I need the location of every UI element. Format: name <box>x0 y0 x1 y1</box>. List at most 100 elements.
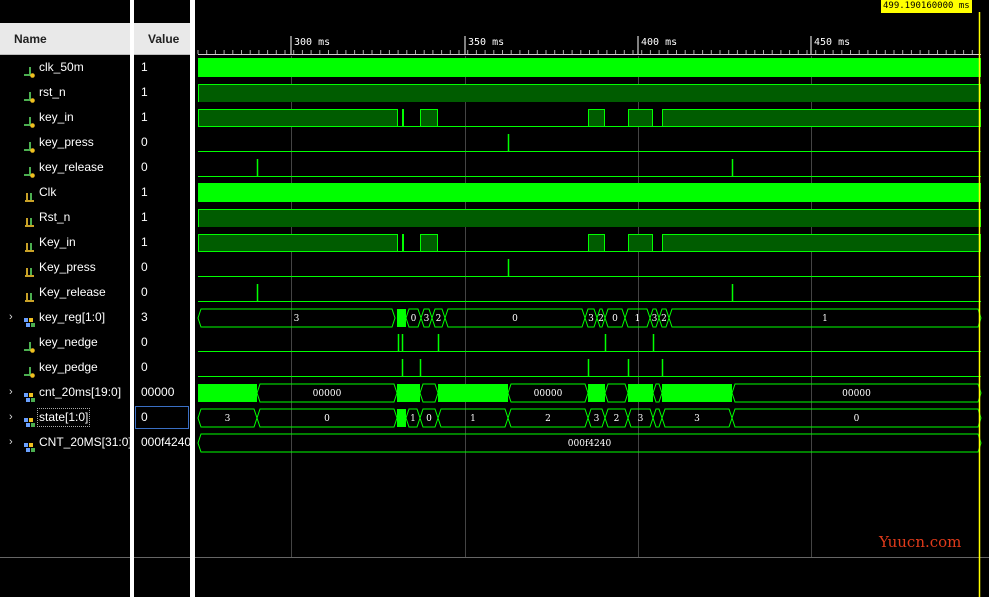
bus-value-label: 0 <box>426 414 432 424</box>
bus-icon <box>24 412 35 427</box>
clock-waveform <box>198 183 981 202</box>
wire-input-icon <box>24 112 35 128</box>
bus-segment <box>419 383 439 403</box>
signal-name: Rst_n <box>39 210 71 224</box>
wire-input-icon <box>24 337 35 353</box>
bus-icon <box>24 312 35 327</box>
wave-high-fill <box>662 234 981 252</box>
bus-dense-fill <box>628 384 653 402</box>
signal-row-key-in[interactable]: key_in <box>0 105 130 130</box>
ruler-label: 350 ms <box>468 37 504 48</box>
signal-name: clk_50m <box>39 60 84 74</box>
bus-value-label: 2 <box>545 414 551 424</box>
signal-row-key-nedge[interactable]: key_nedge <box>0 330 130 355</box>
signal-value: 1 <box>141 85 148 99</box>
bus-dense-fill <box>198 384 257 402</box>
wire-signal-icon <box>24 187 35 202</box>
ruler-label: 300 ms <box>294 37 330 48</box>
chevron-right-icon[interactable]: › <box>9 405 19 430</box>
signal-value: 3 <box>141 310 148 324</box>
bus-value-label: 2 <box>661 314 667 324</box>
signal-row-key-pedge[interactable]: key_pedge <box>0 355 130 380</box>
wire-input-icon <box>24 162 35 178</box>
signal-row-clk[interactable]: Clk <box>0 180 130 205</box>
bus-dense-fill <box>397 309 406 327</box>
bus-dense-fill <box>662 384 732 402</box>
bus-value-label: 2 <box>598 314 604 324</box>
signal-name: key_release <box>39 160 104 174</box>
wave-high-fill <box>198 84 981 102</box>
signal-row-key-release[interactable]: key_release <box>0 155 130 180</box>
bus-value-label: 1 <box>470 414 476 424</box>
name-column-header[interactable]: Name <box>0 23 130 55</box>
signal-name: CNT_20MS[31:0] <box>39 435 130 449</box>
signal-row-key-press[interactable]: Key_press <box>0 255 130 280</box>
signal-value: 000f4240 <box>141 435 190 449</box>
signal-value: 1 <box>141 235 148 249</box>
bus-value-label: 0 <box>324 414 330 424</box>
bus-value-label: 0 <box>411 314 417 324</box>
bus-value-label: 00000 <box>313 389 342 399</box>
signal-row-key-release[interactable]: Key_release <box>0 280 130 305</box>
bus-value-label: 3 <box>294 314 300 324</box>
bus-value-label: 000f4240 <box>568 439 612 449</box>
signal-row-key-reg-1-0[interactable]: › key_reg[1:0] <box>0 305 130 330</box>
signal-value: 0 <box>141 285 148 299</box>
signal-row-rst-n[interactable]: Rst_n <box>0 205 130 230</box>
wire-signal-icon <box>24 262 35 277</box>
signal-name: Key_release <box>39 285 106 299</box>
signal-row-key-press[interactable]: key_press <box>0 130 130 155</box>
bus-segment <box>604 383 629 403</box>
wire-signal-icon <box>24 212 35 227</box>
bus-dense-fill <box>588 384 605 402</box>
bus-value-label: 0 <box>854 414 860 424</box>
bus-value-label: 3 <box>424 314 430 324</box>
bus-icon <box>24 387 35 402</box>
ruler-label: 450 ms <box>814 37 850 48</box>
bus-segment <box>652 383 663 403</box>
waveform-canvas[interactable]: 300 ms 350 ms 400 ms 450 ms3 0 3 2 0 3 2 0 1 3 2 10000… <box>195 0 989 597</box>
bus-value-label: 1 <box>635 314 641 324</box>
pane-bottom-border <box>134 557 190 558</box>
signal-name: key_press <box>39 135 94 149</box>
signal-name: key_reg[1:0] <box>39 310 106 324</box>
bus-value-label: 00000 <box>842 389 871 399</box>
signal-value: 00000 <box>141 385 175 399</box>
signal-row-clk-50m[interactable]: clk_50m <box>0 55 130 80</box>
signal-value: 0 <box>141 135 148 149</box>
bus-value-label: 3 <box>588 314 594 324</box>
signal-value: 1 <box>141 110 148 124</box>
signal-value: 0 <box>141 335 148 349</box>
wave-high-fill <box>420 109 438 127</box>
bus-value-label: 3 <box>694 414 700 424</box>
wave-high-fill <box>628 234 653 252</box>
bus-value-label: 0 <box>612 314 618 324</box>
value-column-header[interactable]: Value <box>134 23 190 55</box>
bus-value-label: 2 <box>436 314 442 324</box>
signal-row-cnt-20ms-31-0[interactable]: › CNT_20MS[31:0] <box>0 430 130 455</box>
signal-name: key_pedge <box>39 360 98 374</box>
wire-input-icon <box>24 362 35 378</box>
bus-dense-fill <box>397 384 420 402</box>
bus-segment <box>652 408 663 428</box>
bus-value-label: 0 <box>512 314 518 324</box>
bus-value-label: 1 <box>410 414 416 424</box>
cursor-time-marker[interactable]: 499.190160000 ms <box>881 0 972 13</box>
wave-high-fill <box>420 234 438 252</box>
clock-waveform <box>198 58 981 77</box>
signal-row-key-in[interactable]: Key_in <box>0 230 130 255</box>
bus-dense-fill <box>438 384 508 402</box>
chevron-right-icon[interactable]: › <box>9 430 19 455</box>
chevron-right-icon[interactable]: › <box>9 305 19 330</box>
signal-name: Key_in <box>39 235 76 249</box>
signal-value: 0 <box>134 405 190 430</box>
wire-input-icon <box>24 137 35 153</box>
chevron-right-icon[interactable]: › <box>9 380 19 405</box>
wire-input-icon <box>24 62 35 78</box>
bus-value-label: 3 <box>638 414 644 424</box>
signal-row-state-1-0[interactable]: › state[1:0] <box>0 405 130 430</box>
signal-value: 1 <box>141 210 148 224</box>
wave-high-fill <box>198 209 981 227</box>
signal-row-cnt-20ms-19-0[interactable]: › cnt_20ms[19:0] <box>0 380 130 405</box>
signal-row-rst-n[interactable]: rst_n <box>0 80 130 105</box>
